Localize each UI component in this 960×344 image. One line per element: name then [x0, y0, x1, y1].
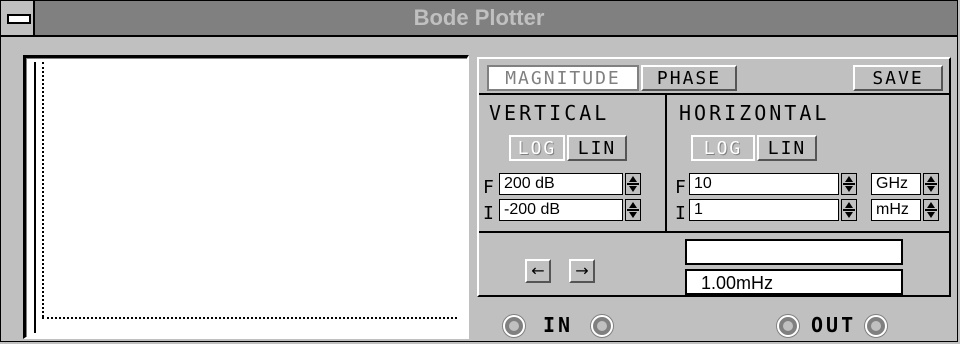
horizontal-lin-button[interactable]: LIN: [757, 135, 817, 161]
plot-y-axis: [34, 62, 36, 333]
out-terminal-label: OUT: [811, 313, 857, 337]
vertical-initial-spinner[interactable]: [625, 199, 641, 221]
horizontal-initial-unit-spinner[interactable]: [923, 199, 939, 221]
vertical-final-label: F: [483, 177, 494, 198]
vertical-log-button[interactable]: LOG: [509, 135, 565, 161]
right-arrow-icon: →: [575, 261, 589, 280]
title-bar[interactable]: Bode Plotter: [1, 1, 957, 37]
vertical-final-field[interactable]: 200 dB: [499, 173, 623, 195]
horizontal-final-label: F: [675, 177, 686, 198]
window-title: Bode Plotter: [413, 5, 545, 30]
magnitude-button[interactable]: MAGNITUDE: [487, 65, 639, 91]
in-terminal-minus[interactable]: [591, 315, 613, 337]
minimize-icon: [7, 14, 31, 24]
cursor-divider: [479, 231, 949, 233]
save-button[interactable]: SAVE: [853, 65, 943, 91]
panel-divider: [479, 93, 949, 95]
system-menu-button[interactable]: [1, 1, 35, 35]
left-arrow-icon: ←: [531, 261, 545, 280]
section-divider: [665, 93, 667, 231]
plot-display[interactable]: [23, 55, 469, 339]
horizontal-initial-field[interactable]: 1: [689, 199, 839, 221]
spin-up-icon: [629, 202, 637, 208]
horizontal-final-unit-spinner[interactable]: [923, 173, 939, 195]
bode-plotter-window: Bode Plotter MAGNITUDE PHASE SAVE VERTIC…: [0, 0, 958, 342]
in-terminal-label: IN: [543, 313, 574, 337]
plot-y-gridline: [42, 62, 44, 317]
spin-down-icon: [629, 212, 637, 218]
horizontal-log-button[interactable]: LOG: [691, 135, 755, 161]
out-terminal-minus[interactable]: [865, 315, 887, 337]
vertical-label: VERTICAL: [489, 101, 610, 125]
spin-up-icon: [845, 176, 853, 182]
horizontal-final-field[interactable]: 10: [689, 173, 839, 195]
phase-button[interactable]: PHASE: [641, 65, 737, 91]
horizontal-final-unit[interactable]: GHz: [871, 173, 921, 195]
in-terminal-plus[interactable]: [503, 315, 525, 337]
cursor-left-button[interactable]: ←: [525, 259, 551, 283]
vertical-initial-field[interactable]: -200 dB: [499, 199, 623, 221]
spin-up-icon: [845, 202, 853, 208]
out-terminal-plus[interactable]: [777, 315, 799, 337]
spin-down-icon: [845, 186, 853, 192]
vertical-final-spinner[interactable]: [625, 173, 641, 195]
vertical-initial-label: I: [483, 203, 494, 224]
spin-up-icon: [629, 176, 637, 182]
spin-down-icon: [927, 212, 935, 218]
spin-up-icon: [927, 202, 935, 208]
plot-x-gridline: [42, 317, 457, 319]
spin-down-icon: [629, 186, 637, 192]
vertical-lin-button[interactable]: LIN: [567, 135, 627, 161]
horizontal-label: HORIZONTAL: [679, 101, 830, 125]
horizontal-final-spinner[interactable]: [841, 173, 857, 195]
spin-up-icon: [927, 176, 935, 182]
horizontal-initial-spinner[interactable]: [841, 199, 857, 221]
horizontal-initial-label: I: [675, 203, 686, 224]
frequency-readout: 1.00mHz: [685, 269, 903, 295]
spin-down-icon: [927, 186, 935, 192]
cursor-right-button[interactable]: →: [569, 259, 595, 283]
value-readout: [685, 239, 903, 265]
spin-down-icon: [845, 212, 853, 218]
horizontal-initial-unit[interactable]: mHz: [871, 199, 921, 221]
control-panel: MAGNITUDE PHASE SAVE VERTICAL LOG LIN F …: [477, 57, 951, 297]
